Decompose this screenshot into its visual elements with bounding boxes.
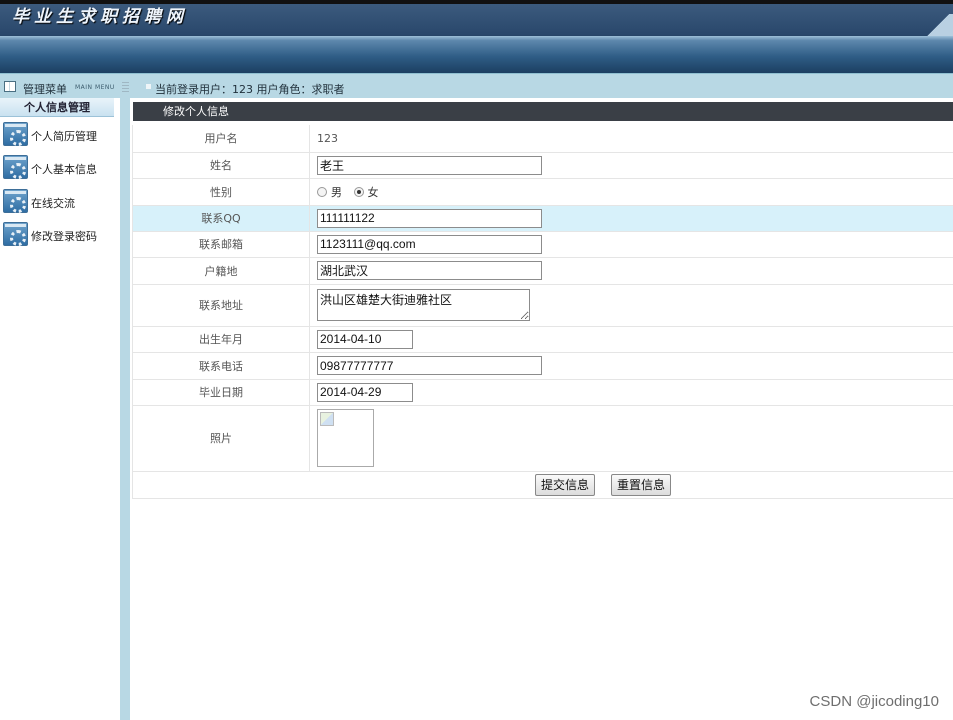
graduation-date-input[interactable] <box>317 382 413 402</box>
sidebar-item-label: 在线交流 <box>31 197 75 210</box>
field-label: 户籍地 <box>132 257 310 285</box>
qq-input[interactable] <box>317 208 542 228</box>
site-header: 毕业生求职招聘网 <box>0 0 953 73</box>
field-label: 用户名 <box>132 125 310 153</box>
name-input[interactable] <box>317 155 542 175</box>
field-label: 联系电话 <box>132 352 310 380</box>
menu-icon <box>4 81 16 92</box>
reset-button[interactable]: 重置信息 <box>611 473 672 496</box>
phone-input[interactable] <box>317 356 542 375</box>
photo-image <box>317 409 374 467</box>
field-label: 性别 <box>132 178 310 206</box>
email-input[interactable] <box>317 234 542 254</box>
gender-female-label: 女 <box>367 185 379 199</box>
watermark: CSDN @jicoding10 <box>809 693 939 710</box>
status-bar: 管理菜单 MAIN MENU 当前登录用户：123 用户角色：求职者 <box>0 73 953 98</box>
settings-gear-icon <box>3 122 28 146</box>
field-label: 毕业日期 <box>132 379 310 406</box>
sidebar-item-change-password[interactable]: 修改登录密码 <box>3 222 115 248</box>
field-label: 出生年月 <box>132 326 310 353</box>
site-logo: 毕业生求职招聘网 <box>12 7 188 27</box>
form-row-photo: 照片 <box>132 405 953 472</box>
form-actions: 提交信息 重置信息 <box>132 471 953 499</box>
submit-button[interactable]: 提交信息 <box>534 473 595 496</box>
sidebar-item-resume[interactable]: 个人简历管理 <box>3 122 115 148</box>
username-value: 123 <box>309 125 953 153</box>
sidebar-item-online-chat[interactable]: 在线交流 <box>3 189 115 215</box>
sidebar-section-title[interactable]: 个人信息管理 <box>0 98 114 117</box>
gender-male-label: 男 <box>331 185 342 199</box>
sidebar-item-basic-info[interactable]: 个人基本信息 <box>3 155 115 181</box>
current-user-info: 当前登录用户：123 用户角色：求职者 <box>155 83 345 96</box>
field-label: 联系邮箱 <box>132 231 310 258</box>
sidebar-toggle-grip-icon[interactable] <box>122 82 129 92</box>
sidebar-item-label: 个人基本信息 <box>31 163 97 176</box>
panel-title: 修改个人信息 <box>133 102 953 121</box>
bullet-icon <box>146 84 151 89</box>
profile-form: 用户名 123 姓名 性别 男 女 联系QQ 联系邮箱 户籍地 联系地址 洪山区… <box>132 125 953 499</box>
settings-gear-icon <box>3 189 28 213</box>
settings-gear-icon <box>3 222 28 246</box>
form-row-hometown: 户籍地 <box>132 257 953 285</box>
gender-male-radio[interactable] <box>317 186 327 197</box>
broken-image-icon <box>320 412 334 426</box>
sidebar: 个人信息管理 个人简历管理 个人基本信息 在线交流 修改登录密码 <box>0 98 120 720</box>
header-band <box>0 36 953 73</box>
form-row-phone: 联系电话 <box>132 352 953 380</box>
sidebar-divider <box>120 98 130 720</box>
sidebar-item-label: 修改登录密码 <box>31 230 97 243</box>
form-row-birth: 出生年月 <box>132 326 953 353</box>
form-row-email: 联系邮箱 <box>132 231 953 258</box>
address-textarea[interactable]: 洪山区雄楚大街迪雅社区 <box>317 289 530 321</box>
form-row-graduation: 毕业日期 <box>132 379 953 406</box>
sidebar-item-label: 个人简历管理 <box>31 130 97 143</box>
form-row-name: 姓名 <box>132 152 953 179</box>
gender-female-radio[interactable] <box>353 186 364 197</box>
settings-gear-icon <box>3 155 28 179</box>
form-row-address: 联系地址 洪山区雄楚大街迪雅社区 <box>132 284 953 327</box>
form-row-qq: 联系QQ <box>132 205 953 232</box>
field-label: 姓名 <box>132 152 310 179</box>
header-decoration <box>923 14 953 36</box>
field-label: 联系地址 <box>132 284 310 327</box>
birth-date-input[interactable] <box>317 329 413 349</box>
form-row-gender: 性别 男 女 <box>132 178 953 206</box>
hometown-input[interactable] <box>317 261 542 280</box>
form-row-username: 用户名 123 <box>132 125 953 153</box>
field-label: 联系QQ <box>132 205 310 232</box>
menu-title: 管理菜单 <box>23 83 67 96</box>
field-label: 照片 <box>132 405 310 472</box>
menu-title-en: MAIN MENU <box>75 84 115 91</box>
